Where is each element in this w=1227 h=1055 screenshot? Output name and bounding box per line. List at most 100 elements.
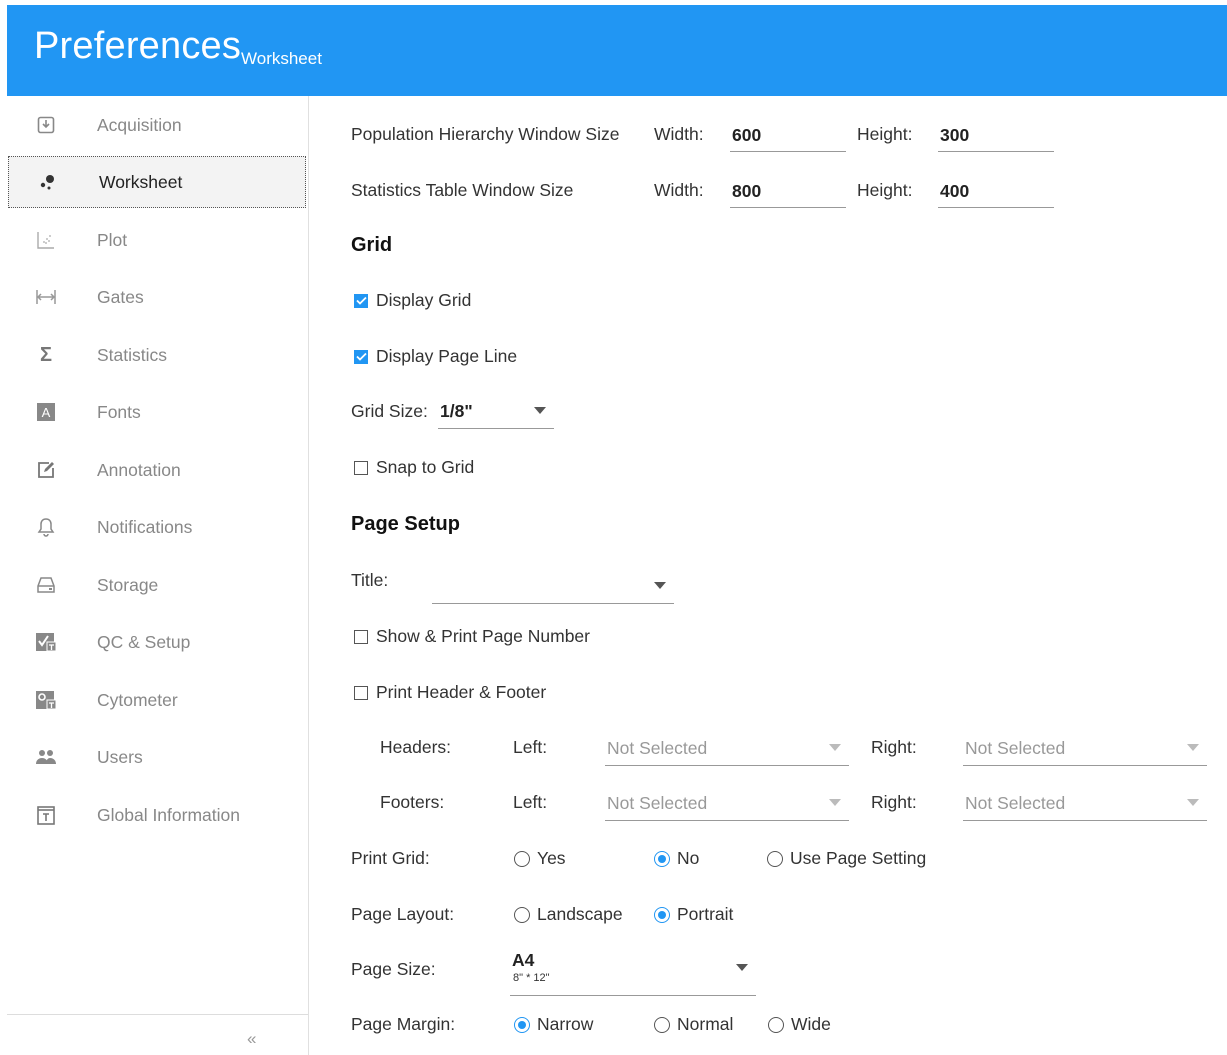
display-grid-checkbox[interactable]: Display Grid [354,290,471,311]
population-height-value: 300 [940,125,970,145]
font-icon: A [34,400,58,424]
sidebar-item-annotation[interactable]: Annotation [7,444,305,496]
population-width-value: 600 [732,125,762,145]
print-grid-yes-radio[interactable]: Yes [514,848,566,869]
sidebar-item-cytometer[interactable]: Cytometer [7,674,305,726]
radio-unselected-icon [514,850,530,867]
sidebar-item-gates[interactable]: Gates [7,271,305,323]
sidebar-item-statistics[interactable]: Σ Statistics [7,329,305,381]
radio-selected-icon [654,906,670,923]
chevron-down-icon [1187,744,1199,751]
sidebar-item-worksheet[interactable]: Worksheet [8,156,306,208]
sidebar-item-label: Cytometer [97,689,178,710]
page-margin-narrow-radio[interactable]: Narrow [514,1014,593,1035]
footers-left-dropdown[interactable]: Not Selected [605,785,849,821]
page-margin-normal-radio[interactable]: Normal [654,1014,733,1035]
sidebar-item-fonts[interactable]: A Fonts [7,386,305,438]
grid-size-value: 1/8" [440,401,473,421]
page-setup-heading: Page Setup [351,513,460,535]
sidebar-item-users[interactable]: Users [7,731,305,783]
sidebar-item-notifications[interactable]: Notifications [7,501,305,553]
page-layout-label: Page Layout: [351,904,455,924]
collapse-sidebar-button[interactable]: « [247,1029,256,1049]
page-size-dimensions: 8" * 12" [513,972,550,984]
sidebar-item-label: Notifications [97,516,193,537]
headers-right-value: Not Selected [965,738,1066,758]
page-size-dropdown[interactable]: A4 8" * 12" [510,948,756,996]
plot-icon [34,228,58,252]
headers-left-dropdown[interactable]: Not Selected [605,730,849,766]
radio-unselected-icon [767,850,783,867]
radio-label: Yes [537,848,566,868]
population-height-input[interactable]: 300 [938,120,1054,152]
print-grid-label: Print Grid: [351,848,430,868]
sidebar-item-label: Users [97,746,143,767]
acquisition-icon [34,113,58,137]
show-page-number-checkbox[interactable]: Show & Print Page Number [354,626,590,647]
sidebar-item-global-information[interactable]: Global Information [7,789,305,841]
annotation-icon [34,458,58,482]
title-dropdown[interactable] [432,568,674,604]
headers-right-dropdown[interactable]: Not Selected [963,730,1207,766]
gates-icon [34,285,58,309]
population-width-input[interactable]: 600 [730,120,846,152]
statistics-width-input[interactable]: 800 [730,176,846,208]
sidebar-item-label: Global Information [97,804,240,825]
sidebar-item-label: Annotation [97,459,181,480]
sidebar-item-qc-setup[interactable]: QC & Setup [7,616,305,668]
radio-label: Wide [791,1014,831,1034]
statistics-height-value: 400 [940,181,970,201]
chevron-down-icon [829,744,841,751]
radio-unselected-icon [768,1016,784,1033]
snap-to-grid-checkbox[interactable]: Snap to Grid [354,457,474,478]
grid-size-dropdown[interactable]: 1/8" [438,393,554,429]
sidebar: Acquisition Worksheet Plot Gates Σ Stati… [7,96,309,1055]
statistics-window-label: Statistics Table Window Size [351,180,574,200]
storage-icon [34,573,58,597]
footers-left-value: Not Selected [607,793,708,813]
show-page-number-label: Show & Print Page Number [376,626,590,646]
statistics-height-label: Height: [857,180,913,200]
radio-label: No [677,848,700,868]
sigma-icon: Σ [39,343,52,366]
page-layout-landscape-radio[interactable]: Landscape [514,904,623,925]
footers-right-dropdown[interactable]: Not Selected [963,785,1207,821]
footers-right-label: Right: [871,792,917,812]
print-grid-use-page-setting-radio[interactable]: Use Page Setting [767,848,926,869]
sidebar-item-label: Statistics [97,344,168,365]
global-info-icon [34,803,58,827]
statistics-width-label: Width: [654,180,704,200]
chevron-down-icon [1187,799,1199,806]
sidebar-item-label: Worksheet [99,171,183,192]
title-bar: Preferences Worksheet [7,5,1227,96]
grid-size-label: Grid Size: [351,401,428,421]
sidebar-item-plot[interactable]: Plot [7,214,305,266]
svg-text:A: A [42,405,51,420]
page-subtitle: Worksheet [241,49,322,68]
radio-label: Landscape [537,904,623,924]
sidebar-item-acquisition[interactable]: Acquisition [7,99,305,151]
checkbox-unchecked-icon [354,629,368,644]
checkbox-unchecked-icon [354,685,368,700]
print-grid-no-radio[interactable]: No [654,848,699,869]
print-header-footer-checkbox[interactable]: Print Header & Footer [354,682,546,703]
statistics-height-input[interactable]: 400 [938,176,1054,208]
page-margin-wide-radio[interactable]: Wide [768,1014,831,1035]
users-icon [34,745,58,769]
footers-left-label: Left: [513,792,548,812]
sidebar-item-label: Gates [97,286,144,307]
display-page-line-checkbox[interactable]: Display Page Line [354,346,517,367]
grid-heading: Grid [351,234,393,256]
radio-label: Portrait [677,904,734,924]
radio-label: Use Page Setting [790,848,927,868]
population-window-label: Population Hierarchy Window Size [351,124,620,144]
radio-selected-icon [514,1016,530,1033]
page-size-value: A4 [512,950,535,970]
display-page-line-label: Display Page Line [376,346,518,366]
sidebar-item-label: Storage [97,574,159,595]
page-size-label: Page Size: [351,959,436,979]
radio-unselected-icon [514,906,530,923]
radio-label: Narrow [537,1014,594,1034]
page-layout-portrait-radio[interactable]: Portrait [654,904,733,925]
sidebar-item-storage[interactable]: Storage [7,559,305,611]
